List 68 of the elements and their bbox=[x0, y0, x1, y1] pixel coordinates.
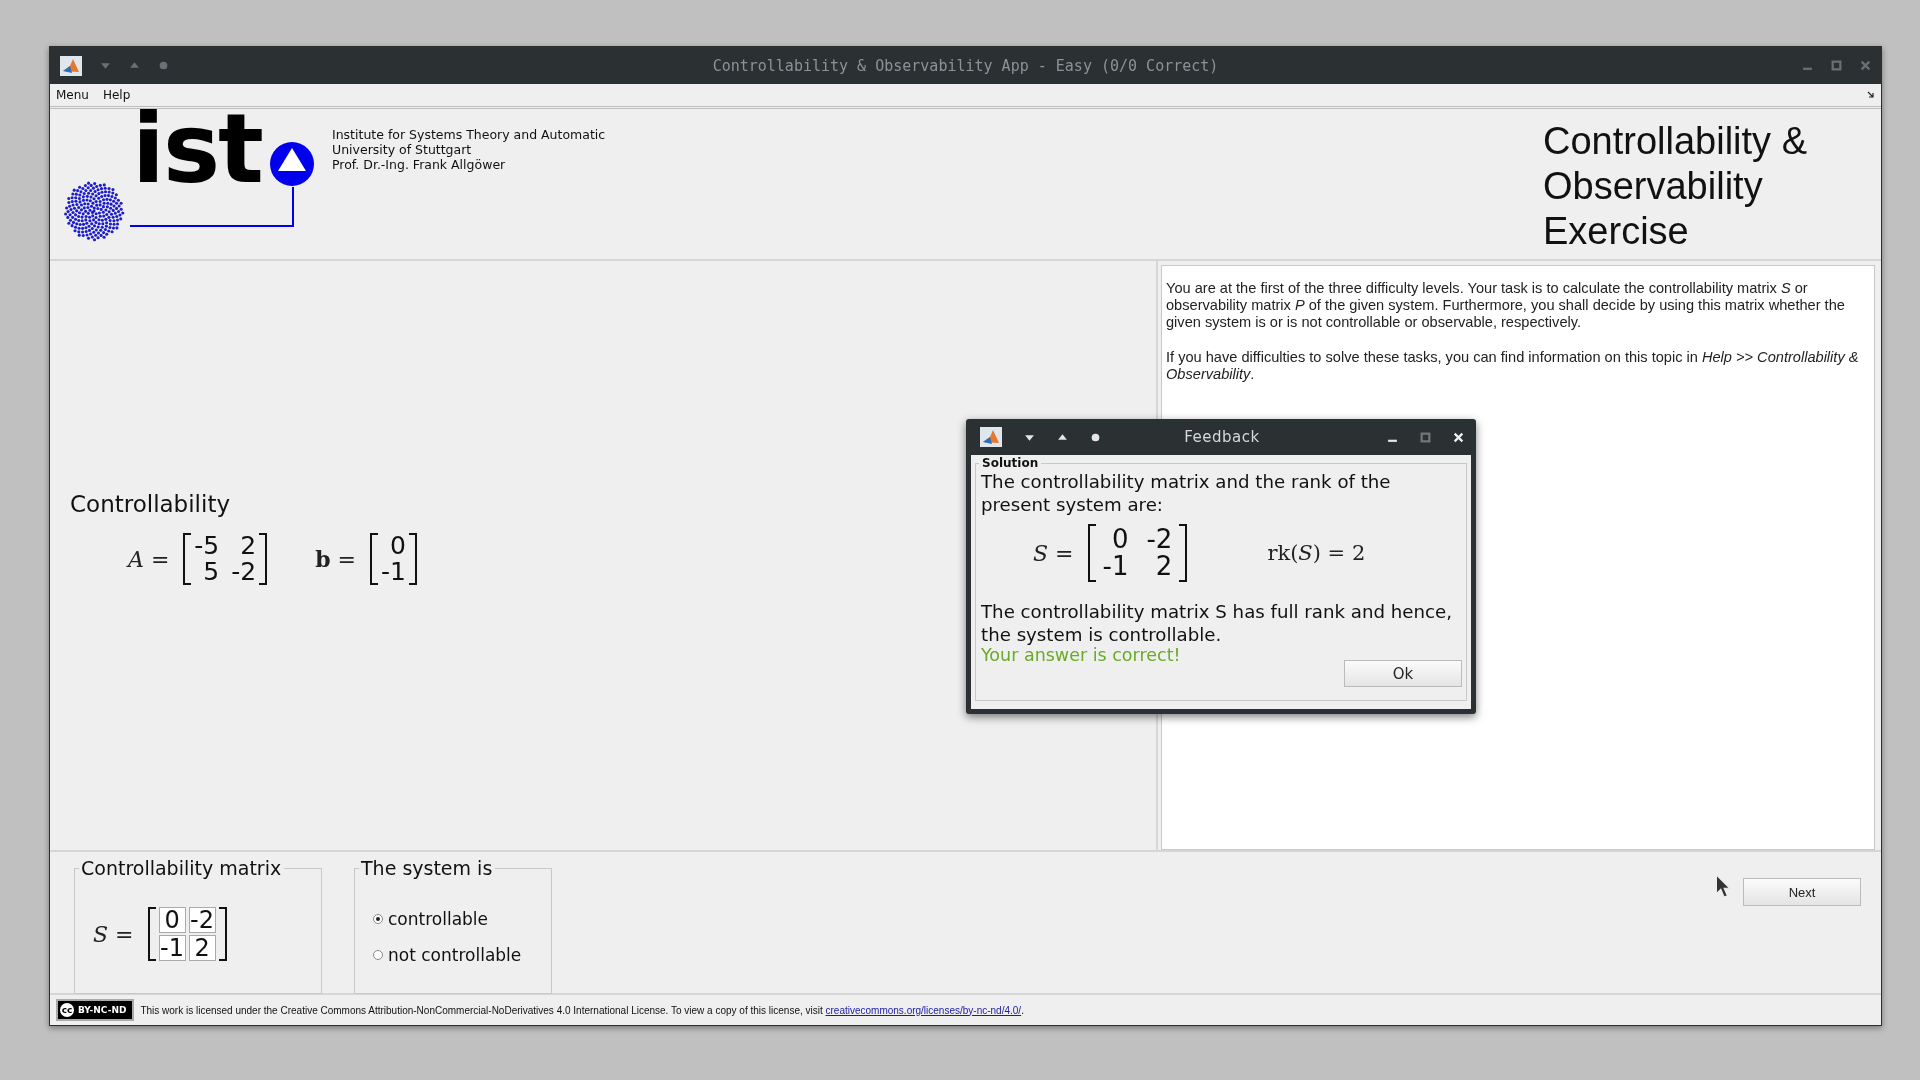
radio-label[interactable]: not controllable bbox=[388, 945, 522, 965]
corner-arrow-icon[interactable] bbox=[1867, 91, 1875, 99]
window-title: Controllability & Observability App - Easy (0/0 Correct) bbox=[711, 56, 1220, 75]
radio-button[interactable] bbox=[373, 950, 383, 960]
matrix-bracket bbox=[147, 907, 156, 961]
matrix-entry: 2 bbox=[1154, 553, 1173, 580]
license-link[interactable]: creativecommons.org/licenses/by-nc-nd/4.0/ bbox=[825, 1004, 1022, 1016]
app-icon[interactable] bbox=[60, 55, 82, 76]
group-title: Controllability matrix bbox=[79, 857, 285, 879]
cursor-icon bbox=[1715, 874, 1731, 898]
matrix-entry: 0 bbox=[389, 533, 406, 559]
matrix-bracket bbox=[408, 533, 417, 585]
matrix-entry: -1 bbox=[381, 559, 406, 585]
matrix-bracket bbox=[1087, 524, 1096, 582]
matrix-label: S = bbox=[93, 921, 134, 947]
matrix-input-field[interactable]: -1 bbox=[158, 935, 186, 961]
institute-text: Prof. Dr.-Ing. Frank Allgöwer bbox=[332, 157, 507, 172]
dot-icon[interactable] bbox=[1090, 431, 1101, 443]
dot-icon[interactable] bbox=[158, 60, 169, 71]
maximize-icon[interactable] bbox=[1831, 60, 1842, 71]
cc-logo: cc bbox=[60, 1003, 74, 1017]
matrix-bracket bbox=[1179, 524, 1188, 582]
exercise-title: Controllability & bbox=[1543, 119, 1808, 164]
result-text: Your answer is correct! bbox=[981, 646, 1182, 664]
instruction-text: If you have difficulties to solve these tasks, you can find information on this topic in Help >> Controllability & Observability. bbox=[1166, 349, 1860, 383]
dot-sphere-icon bbox=[62, 179, 126, 243]
matrix-entry: 5 bbox=[202, 559, 220, 585]
next-button[interactable]: Next bbox=[1743, 878, 1861, 906]
matrix-entry: -1 bbox=[1102, 553, 1129, 580]
badge-text: BY-NC-ND bbox=[78, 1005, 127, 1015]
radio-button[interactable] bbox=[373, 914, 383, 924]
rank-formula: rk(S) = 2 bbox=[1267, 541, 1366, 565]
institute-text: Institute for Systems Theory and Automatic bbox=[332, 127, 606, 142]
dialog-title: Feedback bbox=[1183, 428, 1261, 446]
solution-text: The controllability matrix and the rank of the present system are: bbox=[981, 470, 1392, 516]
logo-text: ist bbox=[132, 101, 262, 197]
exercise-title: Observability bbox=[1543, 164, 1764, 209]
instruction-text: You are at the first of the three difficulty levels. Your task is to calculate the controllability matrix S or observability matrix P of the given system. Furthermore, you shall decide by using this matrix whether the given system is or is not controllable or observable, respectively. bbox=[1166, 280, 1846, 331]
group-title: The system is bbox=[359, 857, 496, 879]
conclusion-text: The controllability matrix S has full rank and hence, the system is controllable. bbox=[981, 600, 1454, 646]
menu-item[interactable]: Menu bbox=[56, 88, 89, 102]
institute-text: University of Stuttgart bbox=[332, 142, 473, 157]
triangle-logo-icon bbox=[269, 141, 315, 187]
matrix-input-field[interactable]: 0 bbox=[158, 907, 186, 933]
group-title: Solution bbox=[979, 456, 1042, 470]
matrix-entry: 0 bbox=[1110, 526, 1129, 553]
maximize-icon[interactable] bbox=[1420, 431, 1431, 443]
section-title: Controllability bbox=[70, 491, 231, 517]
ok-button[interactable]: Ok bbox=[1344, 660, 1462, 687]
license-text: This work is licensed under the Creative Commons Attribution-NonCommercial-NoDerivatives 4.0 International License. To view a copy of this license, visit creativecommons.org/licenses/by-nc-nd/4.0/. bbox=[140, 1004, 1024, 1016]
matrix-bracket bbox=[183, 533, 192, 585]
matrix-entry: -2 bbox=[1146, 526, 1173, 553]
matrix-label: b = bbox=[315, 546, 357, 572]
caret-up-icon[interactable] bbox=[1057, 431, 1068, 443]
matrix-input-field[interactable]: 2 bbox=[188, 935, 216, 961]
matrix-entry: 2 bbox=[239, 533, 257, 559]
matrix-bracket bbox=[370, 533, 379, 585]
matrix-input-field[interactable]: -2 bbox=[188, 907, 216, 933]
matrix-label: A = bbox=[128, 546, 170, 572]
matrix-bracket bbox=[218, 907, 227, 961]
exercise-title: Exercise bbox=[1543, 209, 1690, 254]
matrix-entry: -2 bbox=[231, 559, 257, 585]
radio-label[interactable]: controllable bbox=[388, 909, 489, 929]
matrix-label: S = bbox=[1033, 540, 1074, 566]
license-badge[interactable]: cc BY-NC-ND bbox=[56, 999, 135, 1021]
matrix-bracket bbox=[259, 533, 268, 585]
matrix-entry: -5 bbox=[194, 533, 220, 559]
menu-item[interactable]: Help bbox=[102, 88, 131, 102]
